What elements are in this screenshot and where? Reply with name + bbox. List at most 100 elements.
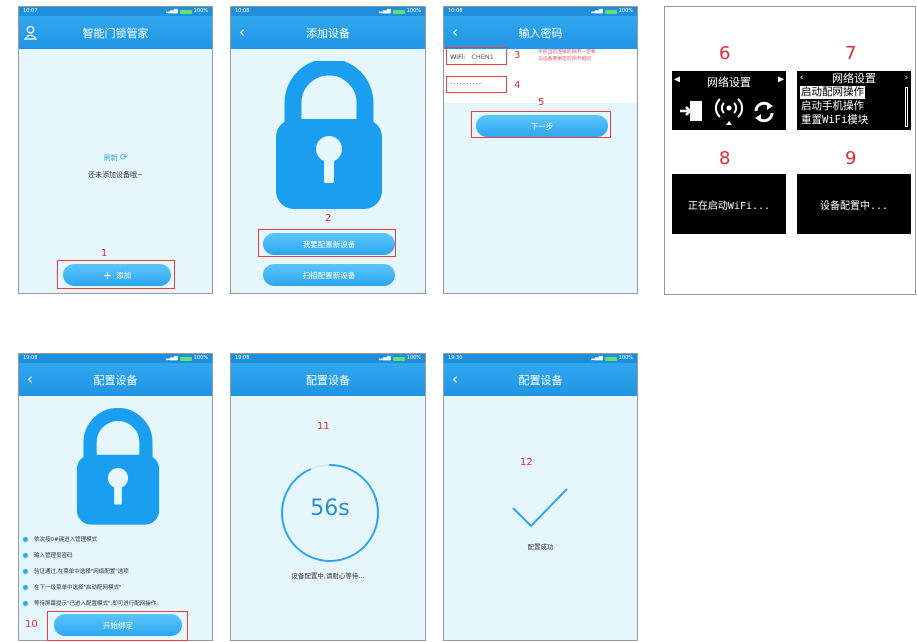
status-bar: 10:08 ▂▄▆ 100% [444, 7, 637, 16]
right-arrow-icon: ▶ [777, 74, 784, 85]
battery-icon [179, 356, 192, 361]
back-arrow-icon[interactable]: ‹ [239, 23, 245, 41]
battery-percent: 100% [406, 355, 421, 361]
screen-config-success: 19:30 ▂▄▆ 100% ‹ 配置设备 配置成功 [443, 353, 638, 641]
title-bar: ‹ 配置设备 [444, 363, 637, 396]
battery-icon [179, 9, 192, 14]
instruction-item: 验证通过,在菜单中选择"网络配置"选项 [23, 567, 129, 575]
empty-state-text: 还未添加设备哦~ [88, 171, 143, 179]
battery-percent: 100% [618, 8, 633, 14]
title-bar: 配置设备 [231, 363, 425, 396]
screen-home: 10:07 ▂▄▆ 100% 智能门锁管家 刷新 ⟳ 还未添加设备哦~ + 添加 [18, 6, 213, 294]
status-time: 10:07 [23, 8, 38, 14]
step-annotation-9: 9 [845, 148, 857, 169]
status-time: 19:08 [235, 355, 250, 361]
status-time: 19:08 [23, 355, 38, 361]
bullet-icon [23, 552, 28, 558]
title-bar: ‹ 输入密码 [444, 16, 637, 49]
page-title: 智能门锁管家 [82, 26, 149, 40]
success-text: 配置成功 [527, 543, 554, 551]
highlight-box-10 [47, 611, 188, 641]
waiting-text: 设备配置中,请耐心等待... [291, 572, 365, 580]
instruction-item: 输入管理员密码 [23, 551, 73, 559]
step-annotation-2: 2 [325, 213, 332, 224]
lock-icon [276, 61, 382, 209]
battery-icon [604, 9, 617, 14]
instruction-item: 在下一级菜单中选择"启动配网模式" [23, 583, 122, 591]
battery-percent: 100% [618, 355, 633, 361]
battery-icon [392, 9, 405, 14]
oled-menu-item-selected: 启动配网操作 [800, 86, 865, 99]
device-display-panel [664, 6, 916, 295]
step-annotation-4: 4 [514, 80, 521, 91]
highlight-box-2 [258, 229, 396, 257]
left-arrow-icon: ◀ [674, 74, 681, 85]
oled-scrollbar [905, 87, 908, 127]
title-bar: ‹ 添加设备 [231, 16, 425, 49]
page-title: 输入密码 [518, 26, 563, 40]
refresh-link[interactable]: 刷新 ⟳ [19, 153, 212, 163]
status-bar: 10:07 ▂▄▆ 100% [19, 7, 212, 16]
step-annotation-6: 6 [719, 43, 731, 64]
left-chevron-icon: ‹ [799, 73, 805, 83]
back-arrow-icon[interactable]: ‹ [27, 370, 33, 388]
step-annotation-11: 11 [317, 421, 330, 432]
highlight-box-4 [446, 76, 507, 93]
bullet-icon [23, 536, 28, 542]
instruction-item: 等待屏幕提示"已进入配置模式",即可进行配网操作。 [23, 599, 162, 607]
screen-configure-device: 19:08 ▂▄▆ 100% ‹ 配置设备 依次按0#键进入管理模式 输入管理员密… [18, 353, 213, 641]
wifi-hint: 手机当前连接的WiFi一定要 与设备要绑定的WiFi相同 [538, 50, 596, 62]
oled-network-settings: ◀ 网络设置 ▶ [672, 71, 786, 130]
refresh-icon: ⟳ [119, 153, 128, 163]
signal-icon: ▂▄▆ [379, 355, 391, 361]
instruction-item: 依次按0#键进入管理模式 [23, 535, 97, 543]
step-annotation-8: 8 [719, 148, 731, 169]
page-title: 配置设备 [93, 373, 138, 387]
highlight-box-5 [471, 111, 611, 138]
success-checkmark-icon [512, 488, 568, 528]
oled-status-text: 设备配置中... [819, 200, 889, 212]
status-bar: 19:08 ▂▄▆ 100% [19, 354, 212, 363]
signal-icon: ▂▄▆ [591, 355, 603, 361]
exit-door-icon [680, 101, 702, 121]
step-annotation-7: 7 [845, 43, 857, 64]
wifi-broadcast-icon [715, 98, 743, 125]
bullet-icon [23, 600, 28, 606]
oled-configuring: 设备配置中... [797, 174, 911, 234]
step-annotation-10: 10 [25, 619, 38, 630]
sync-arrows-icon [754, 101, 774, 123]
title-bar: 智能门锁管家 [19, 16, 212, 49]
battery-percent: 100% [193, 8, 208, 14]
bullet-icon [23, 568, 28, 574]
battery-icon [392, 356, 405, 361]
page-title: 配置设备 [518, 373, 563, 387]
oled-menu-item: 重置WiFi模块 [801, 114, 869, 126]
signal-icon: ▂▄▆ [166, 355, 178, 361]
status-time: 10:08 [448, 8, 463, 14]
status-time: 10:08 [235, 8, 250, 14]
highlight-box-3 [446, 47, 507, 65]
step-annotation-12: 12 [520, 457, 533, 468]
oled-status-text: 正在启动WiFi... [687, 200, 771, 212]
step-annotation-1: 1 [101, 248, 108, 259]
oled-network-menu: ‹ 网络设置 › 启动配网操作 启动手机操作 重置WiFi模块 [797, 71, 911, 130]
right-chevron-icon: › [903, 73, 909, 83]
back-arrow-icon[interactable]: ‹ [452, 23, 458, 41]
user-icon[interactable] [24, 25, 37, 40]
status-bar: 19:08 ▂▄▆ 100% [231, 354, 425, 363]
refresh-label: 刷新 [103, 154, 118, 162]
signal-icon: ▂▄▆ [379, 8, 391, 14]
status-time: 19:30 [448, 355, 463, 361]
signal-icon: ▂▄▆ [166, 8, 178, 14]
screen-configuring-countdown: 19:08 ▂▄▆ 100% 配置设备 56s 设备配置中,请耐心等待... [230, 353, 426, 641]
battery-icon [604, 356, 617, 361]
scan-config-device-button[interactable]: 扫描配置新设备 [263, 264, 395, 286]
oled-starting-wifi: 正在启动WiFi... [672, 174, 786, 234]
title-bar: ‹ 配置设备 [19, 363, 212, 396]
back-arrow-icon[interactable]: ‹ [452, 370, 458, 388]
page-title: 配置设备 [306, 373, 350, 387]
countdown-value: 56s [310, 496, 350, 521]
oled-title: 网络设置 [832, 72, 876, 85]
highlight-box-1 [57, 260, 175, 289]
page-title: 添加设备 [306, 26, 350, 40]
